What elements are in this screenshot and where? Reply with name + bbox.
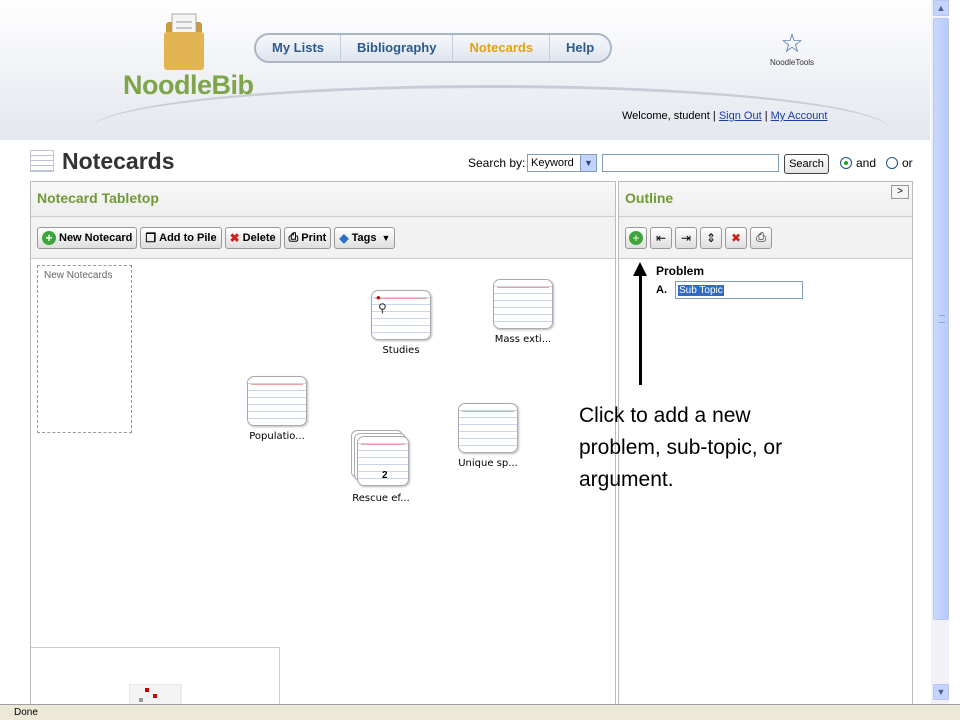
notecard-label: Unique sp... — [458, 458, 518, 469]
separator: | — [764, 110, 768, 122]
notecard-face — [247, 376, 307, 426]
notecard[interactable]: Populatio... — [247, 376, 307, 442]
sign-out-link[interactable]: Sign Out — [719, 110, 762, 122]
tab-my-lists[interactable]: My Lists — [256, 35, 342, 61]
radio-or-label: or — [902, 156, 913, 170]
print-button[interactable]: ⎙ Print — [283, 226, 332, 249]
header: NoodleBib My Lists Bibliography Notecard… — [0, 0, 930, 140]
notecard-pile[interactable]: 2 Rescue ef... — [351, 430, 411, 504]
pile-stack: 2 — [351, 430, 411, 488]
printer-icon: ⎙ — [288, 230, 299, 244]
vertical-scrollbar[interactable]: ▲ ▼ — [931, 0, 949, 704]
notecard[interactable]: Mass exti... — [493, 279, 553, 345]
new-notecards-label: New Notecards — [44, 270, 113, 281]
search-button[interactable]: Search — [784, 154, 829, 174]
tags-label: Tags — [351, 231, 377, 244]
delete-label: Delete — [242, 231, 276, 244]
outline-problem[interactable]: Problem — [656, 264, 704, 278]
annotation-text: Click to add a new problem, sub-topic, o… — [579, 404, 783, 491]
indent-button[interactable]: ⇥ — [675, 226, 697, 249]
page-title: Notecards — [62, 148, 175, 174]
chevron-down-icon[interactable]: ▼ — [381, 233, 390, 243]
folder-icon — [164, 13, 204, 70]
up-down-icon: ⇕ — [705, 230, 717, 245]
add-to-pile-button[interactable]: ❐ Add to Pile — [140, 226, 222, 249]
person-icon: ☆ — [780, 28, 804, 58]
chevron-down-icon[interactable]: ▼ — [580, 155, 596, 171]
print-outline-button[interactable]: ⎙ — [750, 226, 772, 249]
printer-icon: ⎙ — [756, 230, 766, 244]
my-account-link[interactable]: My Account — [771, 110, 828, 122]
noodletools-logo[interactable]: ☆ NoodleTools — [760, 28, 824, 67]
grip-icon — [939, 315, 945, 323]
tab-bibliography[interactable]: Bibliography — [341, 35, 454, 61]
notecard-tabletop-panel: Notecard Tabletop + New Notecard ❐ Add t… — [30, 181, 616, 720]
scroll-down-icon[interactable]: ▼ — [933, 684, 949, 700]
move-button[interactable]: ⇕ — [700, 226, 722, 249]
print-label: Print — [301, 231, 327, 244]
tab-notecards[interactable]: Notecards — [453, 35, 551, 61]
search-by-label: Search by: — [468, 156, 526, 170]
plus-icon: + — [629, 230, 643, 245]
pile-count-badge: 2 — [382, 470, 388, 481]
notecard-label: Studies — [382, 345, 420, 356]
chevron-right-icon[interactable]: > — [891, 185, 909, 199]
notecard-label: Populatio... — [249, 431, 305, 442]
delete-icon: ✖ — [229, 230, 240, 245]
outline-item-marker: A. — [656, 284, 667, 296]
subtopic-input[interactable]: Sub Topic — [675, 281, 803, 299]
new-notecard-label: New Notecard — [59, 231, 133, 244]
main-nav: My Lists Bibliography Notecards Help — [254, 33, 613, 63]
notecard[interactable]: Unique sp... — [458, 403, 518, 469]
scroll-up-icon[interactable]: ▲ — [933, 0, 949, 16]
subtopic-value: Sub Topic — [678, 285, 724, 296]
outdent-button[interactable]: ⇤ — [650, 226, 672, 249]
tags-button[interactable]: ◆ Tags ▼ — [334, 226, 396, 249]
delete-outline-button[interactable]: ✖ — [725, 226, 747, 249]
notecard-face — [493, 279, 553, 329]
add-to-pile-label: Add to Pile — [159, 231, 217, 244]
outline-toolbar: + ⇤ ⇥ ⇕ ✖ ⎙ — [619, 217, 912, 259]
notecard-face: 2 — [357, 436, 409, 486]
status-text: Done — [14, 707, 38, 718]
tabletop-toolbar: + New Notecard ❐ Add to Pile ✖ Delete ⎙ … — [31, 217, 615, 259]
notecard-face: ● ⚲ — [371, 290, 431, 340]
new-notecard-button[interactable]: + New Notecard — [37, 226, 138, 249]
welcome-text: Welcome, student — [622, 110, 710, 122]
pile-icon: ❐ — [145, 230, 157, 245]
noodletools-label: NoodleTools — [769, 58, 815, 67]
scrollbar-thumb[interactable] — [933, 18, 949, 620]
notecard-label: Mass exti... — [494, 334, 552, 345]
search-input[interactable] — [602, 154, 779, 172]
radio-or[interactable] — [886, 157, 898, 169]
radio-and[interactable] — [840, 157, 852, 169]
logo-text[interactable]: NoodleBib — [123, 70, 254, 101]
notecard-face — [458, 403, 518, 453]
welcome-bar: Welcome, student | Sign Out | My Account — [622, 110, 827, 122]
add-outline-item-button[interactable]: + — [625, 226, 647, 249]
outline-title: Outline — [619, 182, 912, 217]
tag-icon: ◆ — [339, 230, 349, 245]
arrow-up-icon — [633, 262, 647, 276]
title-bar: Notecards Search by: Keyword ▼ Search an… — [0, 140, 930, 180]
tabletop-title: Notecard Tabletop — [31, 182, 615, 217]
delete-icon: ✖ — [730, 230, 742, 245]
notecard-icon — [30, 150, 54, 172]
magnifier-icon: ⚲ — [378, 301, 387, 315]
indent-icon: ⇥ — [680, 230, 692, 245]
radio-and-label: and — [856, 156, 877, 170]
tab-help[interactable]: Help — [550, 35, 610, 61]
search-type-select[interactable]: Keyword ▼ — [527, 154, 597, 172]
search-type-value: Keyword — [531, 157, 574, 169]
plus-icon: + — [42, 230, 56, 245]
notecard-label: Rescue ef... — [352, 493, 410, 504]
separator: | — [712, 110, 716, 122]
status-bar: Done — [0, 704, 960, 720]
outdent-icon: ⇤ — [655, 230, 667, 245]
delete-button[interactable]: ✖ Delete — [224, 226, 281, 249]
new-notecards-pile[interactable]: New Notecards — [37, 265, 132, 433]
annotation-arrow — [639, 270, 642, 385]
notecard[interactable]: ● ⚲ Studies — [371, 290, 431, 356]
